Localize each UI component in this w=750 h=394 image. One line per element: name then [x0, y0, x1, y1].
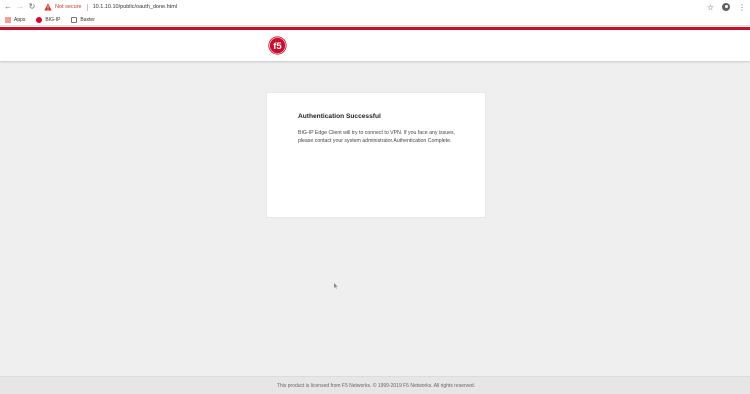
- profile-avatar-icon[interactable]: [722, 3, 730, 11]
- card-title: Authentication Successful: [298, 113, 381, 120]
- bookmark-bigip[interactable]: BIG-IP: [36, 16, 61, 23]
- page-header: f5: [0, 30, 750, 61]
- address-divider: [86, 3, 88, 11]
- page-footer: This product is licensed from F5 Network…: [0, 376, 750, 394]
- authentication-card: Authentication Successful BIG-IP Edge Cl…: [266, 92, 486, 218]
- f5-favicon-icon: [36, 16, 43, 23]
- address-bar[interactable]: Not secure 10.1.10.10/public/oauth_done.…: [44, 1, 177, 13]
- apps-grid-icon: [5, 16, 11, 23]
- warning-triangle-icon[interactable]: [44, 3, 52, 11]
- bookmark-apps[interactable]: Apps: [5, 16, 26, 23]
- card-message: BIG-IP Edge Client will try to connect t…: [298, 130, 456, 144]
- svg-text:f5: f5: [273, 41, 282, 52]
- browser-toolbar: ← → ↻ Not secure 10.1.10.10/public/oauth…: [0, 0, 750, 14]
- bookmark-label: Apps: [14, 16, 26, 23]
- reload-icon[interactable]: ↻: [26, 1, 38, 13]
- bookmark-star-icon[interactable]: ☆: [707, 3, 714, 12]
- more-menu-icon[interactable]: ⋮: [738, 3, 746, 12]
- bookmarks-bar: Apps BIG-IP Baxter: [0, 14, 750, 26]
- bookmark-label: BIG-IP: [45, 16, 61, 23]
- page-icon: [71, 16, 78, 23]
- f5-logo: f5: [268, 36, 287, 55]
- toolbar-actions: ☆ ⋮: [707, 0, 746, 14]
- back-arrow-icon[interactable]: ←: [2, 1, 14, 13]
- bookmark-label: Baxter: [80, 16, 95, 23]
- copyright-text: This product is licensed from F5 Network…: [276, 382, 476, 389]
- bookmark-baxter[interactable]: Baxter: [71, 16, 95, 23]
- forward-arrow-icon[interactable]: →: [14, 1, 26, 13]
- mouse-cursor-icon: [334, 276, 338, 289]
- security-status-label[interactable]: Not secure: [55, 4, 82, 10]
- url-text[interactable]: 10.1.10.10/public/oauth_done.html: [93, 4, 177, 10]
